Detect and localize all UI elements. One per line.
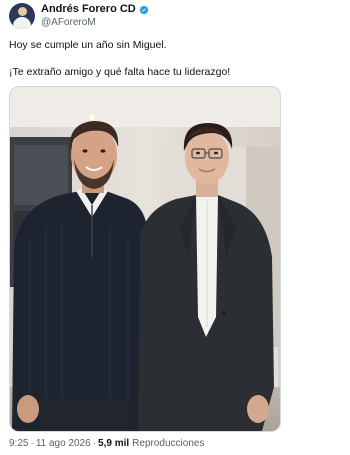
verified-badge-icon: [139, 5, 149, 14]
author-names: Andrés Forero CD @AForeroM: [41, 3, 149, 29]
photo-two-men-portrait: [10, 87, 280, 431]
meta-separator-2: ·: [92, 438, 97, 449]
tweet: Andrés Forero CD @AForeroM Hoy se cumple…: [0, 0, 350, 455]
tweet-time[interactable]: 9:25: [9, 438, 28, 449]
tweet-header: Andrés Forero CD @AForeroM: [9, 3, 149, 29]
meta-separator: ·: [30, 438, 34, 449]
views-count: 5,9 mil: [98, 438, 130, 449]
tweet-text-line-2: ¡Te extraño amigo y qué falta hace tu li…: [9, 66, 231, 78]
avatar-body: [13, 17, 31, 29]
tweet-text-line-1: Hoy se cumple un año sin Miguel.: [9, 39, 167, 51]
avatar-head: [18, 7, 27, 16]
author-handle[interactable]: @AForeroM: [41, 16, 149, 29]
avatar[interactable]: [9, 3, 35, 29]
tweet-photo[interactable]: [9, 86, 281, 432]
tweet-meta: 9:25 · 11 ago 2026 · 5,9 mil Reproduccio…: [9, 438, 204, 449]
tweet-date[interactable]: 11 ago 2026: [36, 438, 91, 449]
name-row: Andrés Forero CD: [41, 3, 149, 16]
views-label: Reproducciones: [132, 438, 205, 449]
author-display-name[interactable]: Andrés Forero CD: [41, 3, 136, 16]
